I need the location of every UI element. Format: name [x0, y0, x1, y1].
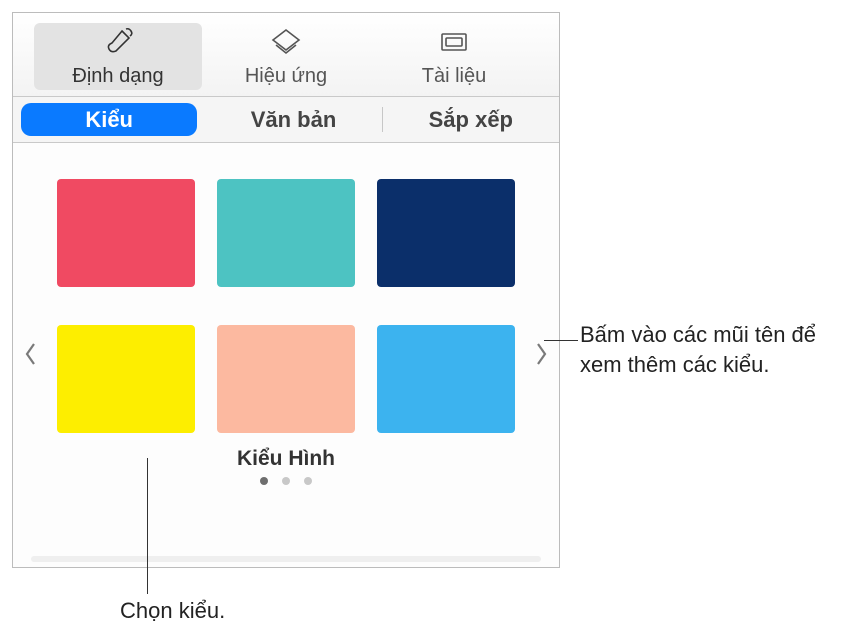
format-label: Định dạng [72, 65, 163, 88]
page-dot[interactable] [282, 477, 290, 485]
chevron-left-icon [24, 342, 38, 369]
tab-text[interactable]: Văn bản [205, 97, 381, 142]
arrows-hint-callout: Bấm vào các mũi tên để xem thêm các kiểu… [580, 320, 830, 379]
style-swatch[interactable] [57, 325, 195, 433]
style-content: Kiểu Hình [13, 143, 559, 567]
style-swatches-grid [57, 163, 515, 433]
style-swatch[interactable] [217, 179, 355, 287]
style-swatch[interactable] [377, 179, 515, 287]
prev-styles-arrow[interactable] [17, 331, 45, 379]
next-styles-arrow[interactable] [527, 331, 555, 379]
page-dot[interactable] [260, 477, 268, 485]
paintbrush-icon [101, 27, 135, 63]
effects-tab[interactable]: Hiệu ứng [202, 23, 370, 90]
style-swatch[interactable] [377, 325, 515, 433]
document-label: Tài liệu [422, 65, 486, 88]
page-dots [260, 477, 312, 485]
styles-section-label: Kiểu Hình [237, 447, 335, 471]
chevron-right-icon [534, 342, 548, 369]
style-swatch[interactable] [57, 179, 195, 287]
document-tab[interactable]: Tài liệu [370, 23, 538, 90]
page-dot[interactable] [304, 477, 312, 485]
document-icon [437, 27, 471, 63]
horizontal-scrollbar[interactable] [31, 556, 541, 562]
leader-line [147, 458, 148, 594]
inspector-panel: Định dạng Hiệu ứng Tài liệu Kiểu Văn bản [12, 12, 560, 568]
format-tab[interactable]: Định dạng [34, 23, 202, 90]
leader-line [544, 340, 578, 341]
tab-arrange[interactable]: Sắp xếp [383, 97, 559, 142]
choose-style-callout: Chọn kiểu. [120, 596, 225, 626]
main-toolbar: Định dạng Hiệu ứng Tài liệu [13, 13, 559, 97]
diamond-stack-icon [269, 27, 303, 63]
sub-tab-bar: Kiểu Văn bản Sắp xếp [13, 97, 559, 143]
style-swatch[interactable] [217, 325, 355, 433]
tab-style[interactable]: Kiểu [21, 103, 197, 136]
effects-label: Hiệu ứng [245, 65, 327, 88]
